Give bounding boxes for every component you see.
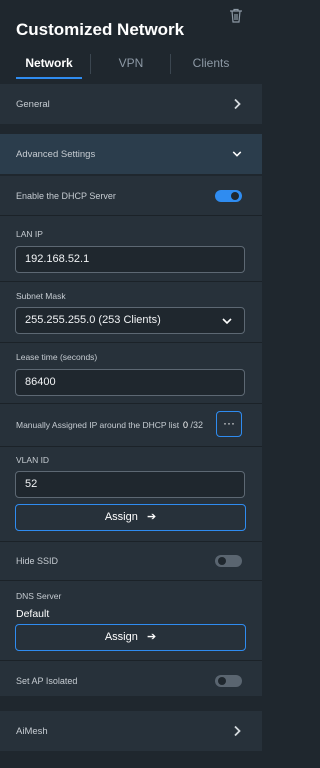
section-advanced-label: Advanced Settings — [16, 149, 96, 160]
chevron-down-icon — [222, 318, 232, 325]
chevron-down-icon — [232, 151, 242, 157]
section-general-label: General — [16, 99, 50, 110]
manual-ip-count: 0 /32 — [183, 420, 203, 430]
divider — [0, 215, 262, 216]
vlan-id-input[interactable]: 52 — [15, 471, 245, 498]
divider — [0, 580, 262, 581]
header: Customized Network Network VPN Clients — [0, 0, 262, 86]
ap-isolated-toggle[interactable] — [215, 675, 242, 687]
divider — [0, 541, 262, 542]
trash-icon[interactable] — [229, 8, 243, 23]
dns-assign-label: Assign — [104, 631, 138, 643]
dhcp-toggle[interactable] — [215, 190, 242, 202]
divider — [0, 281, 262, 282]
subnet-mask-value: 255.255.255.0 (253 Clients) — [25, 314, 161, 326]
more-options-button[interactable]: ··· — [216, 411, 242, 437]
toggle-knob — [218, 557, 226, 565]
tab-bar: Network VPN Clients — [0, 52, 262, 82]
arrow-right-icon: ➔ — [146, 631, 157, 643]
manual-ip-count-value: 0 — [183, 420, 189, 430]
chevron-right-icon — [234, 725, 241, 737]
arrow-right-icon: ➔ — [146, 511, 157, 523]
dns-assign-button[interactable]: Assign ➔ — [15, 624, 246, 651]
section-aimesh[interactable]: AiMesh — [0, 711, 262, 751]
section-aimesh-label: AiMesh — [16, 726, 48, 737]
dns-server-label: DNS Server — [16, 591, 62, 601]
chevron-right-icon — [234, 98, 241, 110]
subnet-mask-select[interactable]: 255.255.255.0 (253 Clients) — [15, 307, 245, 334]
tab-network[interactable]: Network — [16, 52, 82, 80]
page-title: Customized Network — [16, 20, 185, 39]
lease-time-label: Lease time (seconds) — [16, 352, 98, 362]
divider — [0, 446, 262, 447]
vlan-assign-label: Assign — [104, 511, 138, 523]
tab-vpn[interactable]: VPN — [98, 52, 164, 80]
vlan-id-label: VLAN ID — [16, 455, 50, 465]
divider — [0, 403, 262, 404]
hide-ssid-label: Hide SSID — [16, 556, 59, 566]
subnet-mask-label: Subnet Mask — [16, 291, 66, 301]
hide-ssid-toggle[interactable] — [215, 555, 242, 567]
manual-ip-label: Manually Assigned IP around the DHCP lis… — [16, 420, 180, 430]
dhcp-enable-label: Enable the DHCP Server — [16, 191, 116, 201]
tab-divider — [90, 54, 91, 74]
section-advanced-settings[interactable]: Advanced Settings — [0, 134, 262, 174]
active-tab-indicator — [16, 77, 82, 79]
vlan-assign-button[interactable]: Assign ➔ — [15, 504, 246, 531]
tab-clients[interactable]: Clients — [178, 52, 244, 80]
divider — [0, 342, 262, 343]
tab-divider — [170, 54, 171, 74]
lan-ip-input[interactable]: 192.168.52.1 — [15, 246, 245, 273]
toggle-knob — [231, 192, 239, 200]
ap-isolated-label: Set AP Isolated — [16, 676, 78, 686]
dns-server-value: Default — [16, 608, 50, 620]
section-general[interactable]: General — [0, 84, 262, 124]
lease-time-input[interactable]: 86400 — [15, 369, 245, 396]
divider — [0, 660, 262, 661]
toggle-knob — [218, 677, 226, 685]
lan-ip-label: LAN IP — [16, 229, 43, 239]
manual-ip-count-total: /32 — [190, 420, 204, 430]
